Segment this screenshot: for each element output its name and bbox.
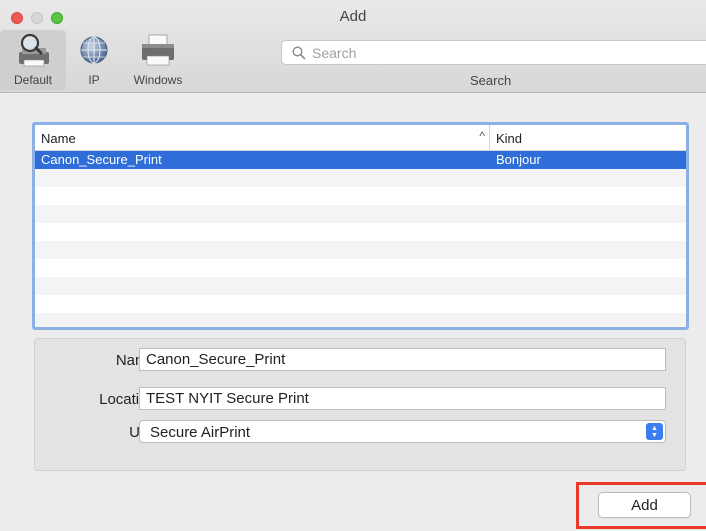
empty-table-row — [35, 169, 686, 187]
toolbar-windows-label: Windows — [133, 73, 183, 87]
toolbar-default-button[interactable]: Default — [0, 30, 66, 90]
empty-table-row — [35, 259, 686, 277]
search-icon — [292, 45, 306, 59]
printer-list-header: Name ^ Kind — [35, 125, 686, 151]
search-label: Search — [470, 73, 512, 88]
use-driver-select[interactable]: Secure AirPrint ▲ ▼ — [139, 420, 666, 443]
column-header-kind-label: Kind — [496, 131, 523, 146]
magnifier-printer-icon — [5, 30, 61, 70]
toolbar-windows-button[interactable]: Windows — [118, 30, 198, 90]
globe-icon — [74, 30, 114, 70]
empty-table-row — [35, 295, 686, 313]
column-header-name-label: Name — [41, 131, 76, 146]
printer-list[interactable]: Name ^ Kind Canon_Secure_Print Bonjour — [32, 122, 689, 330]
search-input[interactable] — [312, 44, 692, 61]
printer-icon — [134, 30, 182, 70]
toolbar: Add Default IP Windows Search Search — [0, 0, 706, 93]
add-printer-window: Add Default IP Windows Search Search Nam… — [0, 0, 706, 531]
table-row[interactable]: Canon_Secure_Print Bonjour — [35, 151, 686, 169]
window-title: Add — [339, 8, 367, 25]
name-field[interactable] — [139, 348, 666, 371]
empty-table-row — [35, 277, 686, 295]
toolbar-ip-button[interactable]: IP — [74, 30, 114, 90]
printer-list-rows: Canon_Secure_Print Bonjour — [35, 151, 686, 327]
name-row: Name: — [35, 348, 687, 372]
empty-table-row — [35, 241, 686, 259]
location-row: Location: — [35, 387, 687, 411]
toolbar-ip-label: IP — [88, 73, 100, 87]
printer-details-panel: Name: Location: Use: Secure AirPrint ▲▼ — [34, 338, 686, 471]
search-field[interactable] — [281, 40, 706, 65]
printer-kind-cell: Bonjour — [496, 152, 541, 167]
empty-table-row — [35, 223, 686, 241]
sort-ascending-icon: ^ — [479, 129, 485, 143]
empty-table-row — [35, 187, 686, 205]
column-header-kind[interactable]: Kind — [490, 125, 522, 150]
use-row: Use: Secure AirPrint ▲▼ — [35, 420, 687, 444]
empty-table-row — [35, 313, 686, 327]
empty-table-row — [35, 205, 686, 223]
location-field[interactable] — [139, 387, 666, 410]
add-button[interactable]: Add — [598, 492, 691, 518]
column-header-name[interactable]: Name ^ — [35, 125, 490, 150]
toolbar-default-label: Default — [13, 73, 53, 87]
use-driver-value: Secure AirPrint — [150, 424, 251, 441]
printer-name-cell: Canon_Secure_Print — [41, 152, 162, 167]
chevron-up-down-icon: ▲ ▼ — [646, 423, 663, 440]
